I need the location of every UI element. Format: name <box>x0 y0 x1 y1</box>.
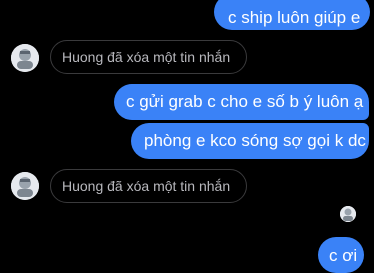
deleted-message-notice: Huong đã xóa một tin nhắn <box>50 169 247 203</box>
contact-avatar[interactable] <box>11 44 39 72</box>
deleted-message-text: Huong đã xóa một tin nhắn <box>62 49 231 65</box>
deleted-message-notice: Huong đã xóa một tin nhắn <box>50 40 247 74</box>
message-text: c gửi grab c cho e số b ý luôn ạ <box>126 92 364 111</box>
outgoing-message-bubble[interactable]: c ơi <box>318 237 364 273</box>
message-text: c ship luôn giúp e <box>228 8 361 27</box>
read-receipt-avatar <box>340 206 356 222</box>
outgoing-message-bubble[interactable]: c ship luôn giúp e <box>214 0 370 30</box>
avatar-image <box>11 44 39 72</box>
outgoing-message-bubble[interactable]: phòng e kco sóng sợ gọi k dc <box>131 123 369 159</box>
deleted-message-text: Huong đã xóa một tin nhắn <box>62 178 231 194</box>
avatar-image <box>11 172 39 200</box>
contact-avatar[interactable] <box>11 172 39 200</box>
avatar-image <box>340 206 356 222</box>
outgoing-message-bubble[interactable]: c gửi grab c cho e số b ý luôn ạ <box>114 84 369 120</box>
message-text: c ơi <box>329 246 358 265</box>
message-text: phòng e kco sóng sợ gọi k dc <box>144 131 366 150</box>
